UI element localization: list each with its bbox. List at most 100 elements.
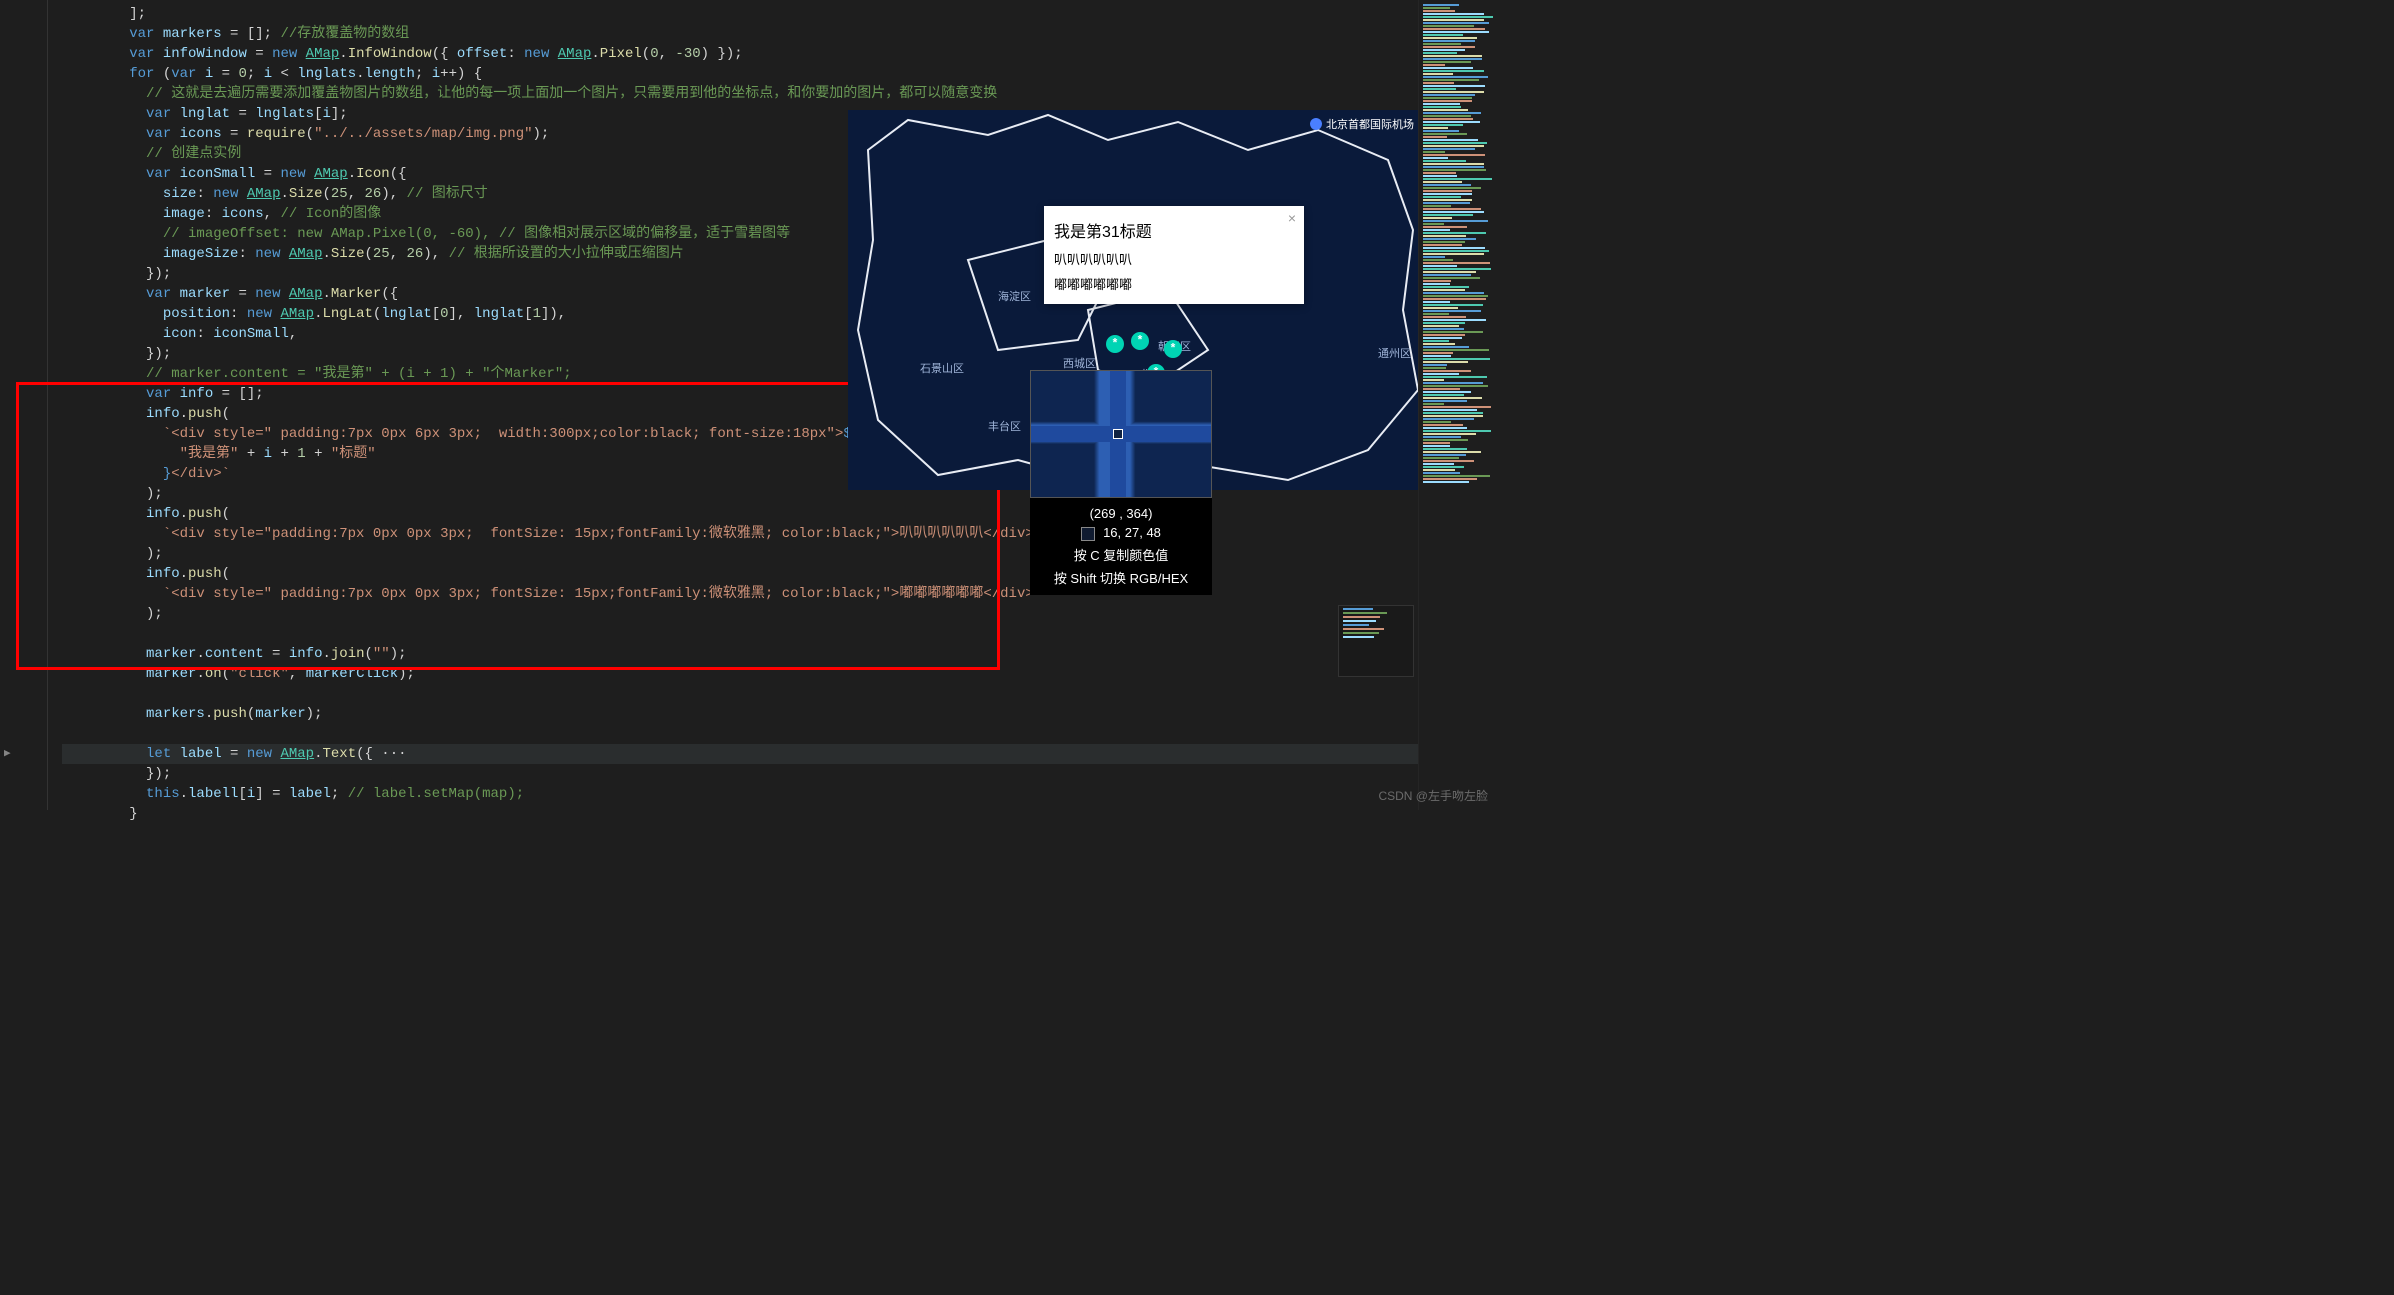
code-token: ], [449,304,474,324]
code-line[interactable]: `<div style="padding:7px 0px 0px 3px; fo… [62,524,1498,544]
code-token: "" [373,644,390,664]
code-line[interactable]: info.push( [62,564,1498,584]
code-token: ( [222,504,230,524]
code-token: [ [314,104,322,124]
code-line[interactable]: `<div style=" padding:7px 0px 0px 3px; f… [62,584,1498,604]
code-token: ({ [356,744,373,764]
code-token: [ [238,784,246,804]
code-token: var [146,384,180,404]
code-line[interactable]: let label = new AMap.Text({ ··· [62,744,1498,764]
code-token: ({ [432,44,457,64]
code-token: icon [163,324,197,344]
code-line[interactable]: ); [62,604,1498,624]
code-token: </div>` [171,464,230,484]
code-token: : [205,204,222,224]
map-marker[interactable] [1106,335,1124,353]
minimap[interactable] [1418,0,1498,810]
code-token: = [230,104,255,124]
code-token: // 创建点实例 [146,144,241,164]
code-line[interactable]: info.push( [62,504,1498,524]
code-token: 25 [373,244,390,264]
minimap-thumbnail[interactable] [1338,605,1414,677]
code-line[interactable]: // 这就是去遍历需要添加覆盖物图片的数组，让他的每一项上面加一个图片，只需要用… [62,84,1498,104]
code-line[interactable]: ); [62,544,1498,564]
code-token: i [247,784,255,804]
code-line[interactable]: var infoWindow = new AMap.InfoWindow({ o… [62,44,1498,64]
chevron-right-icon[interactable]: ▶ [4,746,11,760]
code-token: ( [222,404,230,424]
code-token: join [331,644,365,664]
code-token: ; [247,64,264,84]
watermark: CSDN @左手吻左脸 [1378,787,1488,804]
code-token: size [163,184,197,204]
district-label: 海淀区 [998,288,1031,304]
code-token: : [196,184,213,204]
code-token: markers [163,24,222,44]
code-token: // 根据所设置的大小拉伸或压缩图片 [449,244,684,264]
code-token: ) }); [701,44,743,64]
code-token: . [180,404,188,424]
code-line[interactable] [62,684,1498,704]
code-token: `<div style=" padding:7px 0px 6px 3px; w… [163,424,844,444]
close-icon[interactable]: × [1288,210,1296,226]
code-token: iconSmall [180,164,256,184]
code-token: AMap [289,284,323,304]
code-token: ); [146,604,163,624]
district-label: 石景山区 [920,360,964,376]
code-line[interactable]: marker.content = info.join(""); [62,644,1498,664]
code-token: ); [533,124,550,144]
airport-label-text: 北京首都国际机场 [1326,116,1414,132]
map-marker[interactable] [1131,332,1149,350]
code-line[interactable]: for (var i = 0; i < lnglats.length; i++)… [62,64,1498,84]
info-window-title: 我是第31标题 [1054,214,1294,246]
code-token: ); [306,704,323,724]
code-token: . [314,744,322,764]
code-token: . [314,304,322,324]
code-token: + [272,444,297,464]
code-token: LngLat [322,304,372,324]
code-token: new [280,164,314,184]
code-token: = [264,644,289,664]
code-token: , [390,244,407,264]
code-line[interactable]: } [62,804,1498,824]
code-token: push [188,404,222,424]
code-token: labell [188,784,238,804]
code-token: ({ [381,284,398,304]
code-token: , [348,184,365,204]
gutter[interactable]: ▶ [0,0,48,810]
code-token: ( [163,64,171,84]
code-token: "../../assets/map/img.png" [314,124,532,144]
code-token: : [507,44,524,64]
code-token: . [322,644,330,664]
code-token: // 这就是去遍历需要添加覆盖物图片的数组，让他的每一项上面加一个图片，只需要用… [146,84,997,104]
code-line[interactable] [62,624,1498,644]
code-token: marker [146,664,196,684]
code-token: let [146,744,180,764]
code-line[interactable]: markers.push(marker); [62,704,1498,724]
code-token: 26 [407,244,424,264]
code-token: ( [365,644,373,664]
code-line[interactable]: this.labell[i] = label; // label.setMap(… [62,784,1498,804]
code-token: ({ [390,164,407,184]
code-line[interactable] [62,724,1498,744]
code-token: "我是第" [180,444,239,464]
code-token: ··· [373,744,407,764]
code-line[interactable]: }); [62,764,1498,784]
code-line[interactable]: marker.on("click", markerClick); [62,664,1498,684]
code-token: var [146,104,180,124]
code-token: this [146,784,180,804]
code-token: AMap [280,744,314,764]
map-marker[interactable] [1164,340,1182,358]
code-line[interactable]: ]; [62,4,1498,24]
color-swatch [1081,527,1095,541]
code-token: marker [255,704,305,724]
code-token: ; [331,784,348,804]
code-token: }); [146,764,171,784]
info-window[interactable]: × 我是第31标题 叭叭叭叭叭叭 嘟嘟嘟嘟嘟嘟 [1044,206,1304,304]
code-token: new [255,284,289,304]
code-token: // label.setMap(map); [348,784,524,804]
picker-rgb: 16, 27, 48 [1103,525,1161,540]
code-token: var [146,124,180,144]
code-token: ( [322,184,330,204]
code-line[interactable]: var markers = []; //存放覆盖物的数组 [62,24,1498,44]
